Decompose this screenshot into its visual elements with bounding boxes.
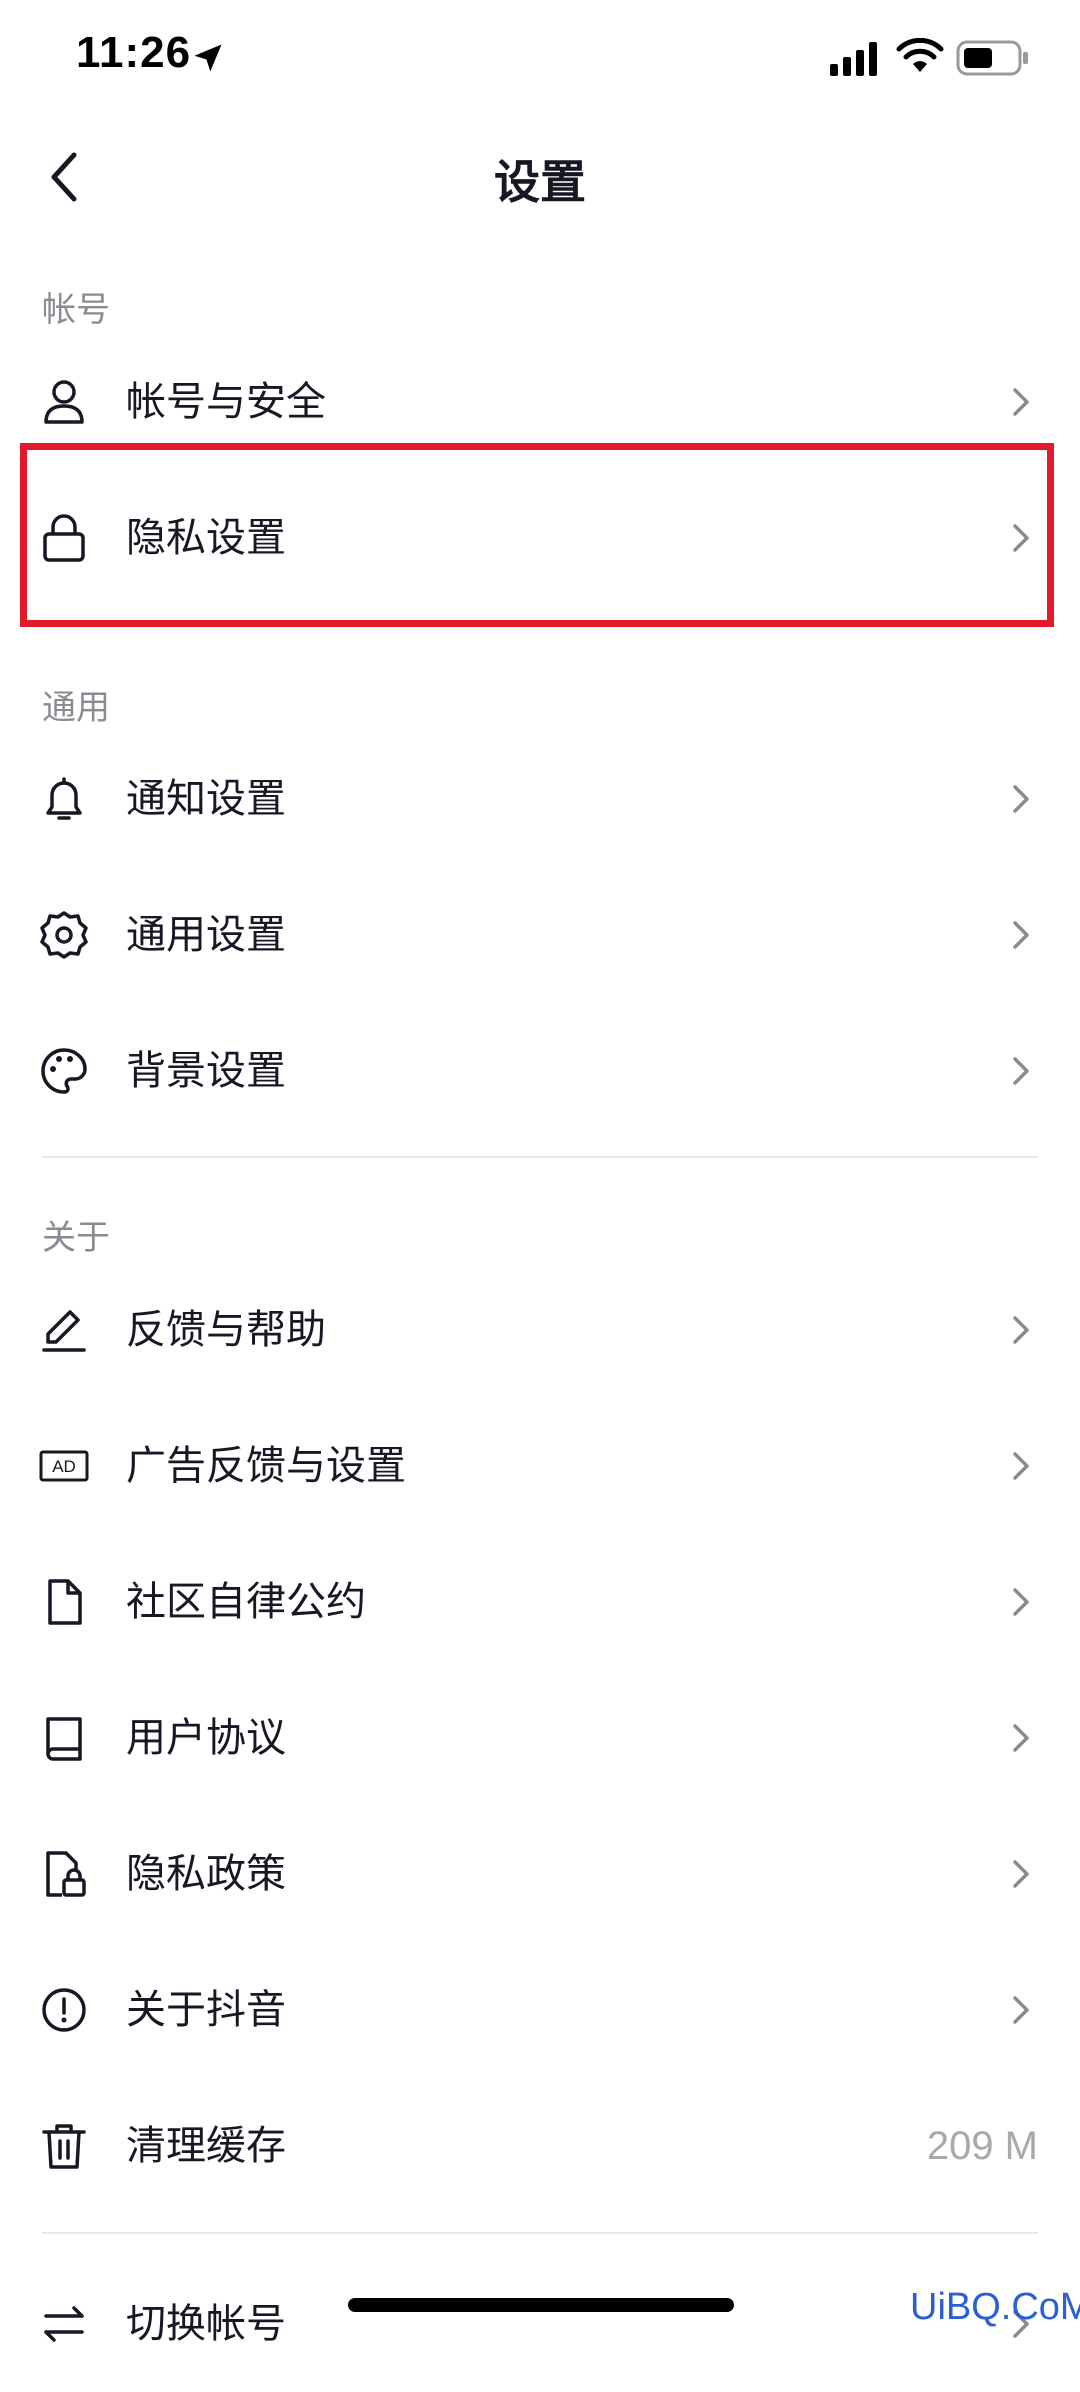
row-label: 反馈与帮助 bbox=[126, 1307, 326, 1353]
info-alert-icon bbox=[42, 1988, 86, 2032]
row-label: 关于抖音 bbox=[126, 1987, 286, 2033]
row-label: 隐私政策 bbox=[126, 1851, 286, 1897]
row-feedback-help[interactable]: 反馈与帮助 bbox=[0, 1262, 1080, 1398]
row-label: 清理缓存 bbox=[126, 2123, 286, 2169]
trash-icon bbox=[42, 2124, 86, 2169]
row-label: 隐私设置 bbox=[126, 515, 286, 561]
document-icon bbox=[48, 1579, 82, 1625]
chevron-right-icon bbox=[1013, 785, 1029, 813]
row-background-settings[interactable]: 背景设置 bbox=[0, 1003, 1080, 1139]
section-label-about: 关于 bbox=[42, 1218, 110, 1258]
chevron-right-icon bbox=[1013, 524, 1029, 552]
row-label: 帐号与安全 bbox=[126, 379, 326, 425]
gear-icon bbox=[40, 911, 88, 959]
row-notification-settings[interactable]: 通知设置 bbox=[0, 731, 1080, 867]
pencil-icon bbox=[42, 1310, 86, 1352]
divider bbox=[42, 2232, 1038, 2234]
person-icon bbox=[44, 380, 84, 424]
row-privacy-policy[interactable]: 隐私政策 bbox=[0, 1806, 1080, 1942]
chevron-right-icon bbox=[1013, 1452, 1029, 1480]
chevron-right-icon bbox=[1013, 1724, 1029, 1752]
location-arrow-icon bbox=[194, 44, 222, 72]
chevron-right-icon bbox=[1013, 1996, 1029, 2024]
chevron-right-icon bbox=[1013, 921, 1029, 949]
page-title: 设置 bbox=[494, 155, 586, 209]
ad-icon: AD bbox=[39, 1450, 89, 1482]
row-label: 广告反馈与设置 bbox=[126, 1443, 406, 1489]
row-label: 背景设置 bbox=[126, 1048, 286, 1094]
chevron-right-icon bbox=[1013, 388, 1029, 416]
home-indicator bbox=[348, 2298, 734, 2312]
wifi-icon bbox=[896, 38, 944, 72]
section-label-account: 帐号 bbox=[42, 290, 110, 330]
lock-icon bbox=[43, 514, 85, 562]
row-community-guidelines[interactable]: 社区自律公约 bbox=[0, 1534, 1080, 1670]
divider bbox=[42, 1156, 1038, 1158]
chevron-right-icon bbox=[1013, 1057, 1029, 1085]
row-label: 通用设置 bbox=[126, 912, 286, 958]
svg-text:AD: AD bbox=[52, 1457, 76, 1476]
watermark: UiBQ.CoM bbox=[910, 2286, 1080, 2328]
book-icon bbox=[46, 1717, 82, 1761]
row-privacy-settings[interactable]: 隐私设置 bbox=[0, 470, 1080, 606]
row-clear-cache[interactable]: 清理缓存 209 M bbox=[0, 2078, 1080, 2214]
battery-icon bbox=[956, 40, 1028, 76]
row-general-settings[interactable]: 通用设置 bbox=[0, 867, 1080, 1003]
bell-icon bbox=[46, 777, 82, 820]
navigation-bar: 设置 bbox=[0, 118, 1080, 236]
row-account-security[interactable]: 帐号与安全 bbox=[0, 334, 1080, 470]
status-time: 11:26 bbox=[76, 28, 192, 77]
palette-icon bbox=[41, 1048, 87, 1094]
cache-size-value: 209 M bbox=[926, 2124, 1038, 2168]
row-ad-feedback-settings[interactable]: AD 广告反馈与设置 bbox=[0, 1398, 1080, 1534]
row-about-douyin[interactable]: 关于抖音 bbox=[0, 1942, 1080, 2078]
document-lock-icon bbox=[46, 1851, 86, 1897]
row-user-agreement[interactable]: 用户协议 bbox=[0, 1670, 1080, 1806]
row-label: 社区自律公约 bbox=[126, 1579, 366, 1625]
chevron-right-icon bbox=[1013, 1588, 1029, 1616]
row-label: 用户协议 bbox=[126, 1715, 286, 1761]
cellular-signal-icon bbox=[830, 42, 877, 76]
status-bar: 11:26 bbox=[0, 0, 1080, 118]
row-label: 通知设置 bbox=[126, 776, 286, 822]
chevron-right-icon bbox=[1013, 1316, 1029, 1344]
row-label: 切换帐号 bbox=[126, 2301, 286, 2347]
chevron-right-icon bbox=[1013, 1860, 1029, 1888]
section-label-general: 通用 bbox=[42, 688, 110, 728]
switch-arrows-icon bbox=[44, 2306, 84, 2342]
